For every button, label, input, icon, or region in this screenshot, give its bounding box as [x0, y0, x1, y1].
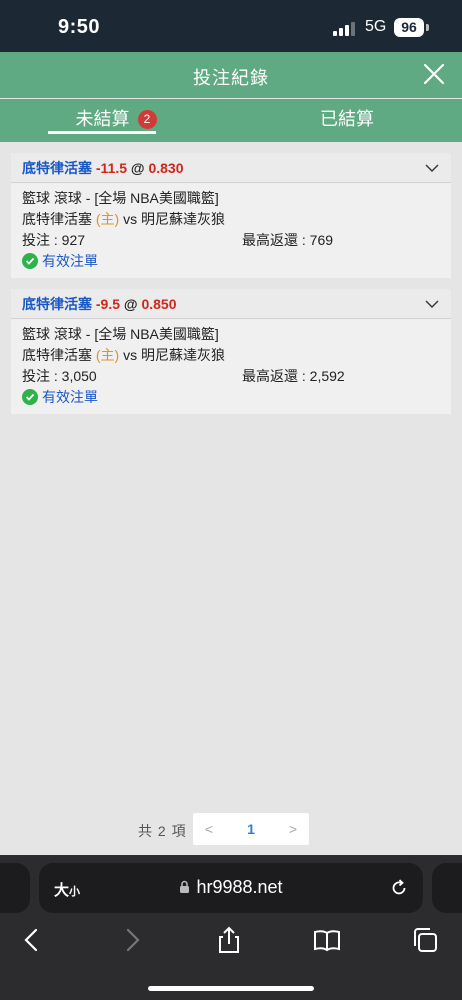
pagination-controls: < 1 >: [193, 813, 309, 845]
bet-at: @: [123, 296, 138, 312]
close-button[interactable]: [420, 60, 448, 88]
bet-handicap: -11.5: [95, 160, 128, 176]
bet-market: 籃球 滾球 - [全場 NBA美國職籃]: [22, 326, 219, 342]
tab-settled[interactable]: 已結算: [280, 99, 414, 142]
next-tab-preview[interactable]: [432, 863, 462, 913]
unsettled-count-badge: 2: [137, 110, 157, 129]
bet-list: 底特律活塞 -11.5 @ 0.830 籃球 滾球 - [全場 NBA美國職籃]…: [0, 142, 462, 855]
clock: 9:50: [58, 16, 101, 38]
bet-card-body: 籃球 滾球 - [全場 NBA美國職籃] 底特律活塞 (主) vs 明尼蘇達灰狼…: [11, 183, 451, 278]
away-team: 明尼蘇達灰狼: [141, 347, 225, 363]
bet-team: 底特律活塞: [22, 296, 92, 312]
status-bar: 9:50 5G 96: [0, 0, 462, 52]
bet-status-label: 有效注單: [42, 389, 98, 405]
bet-match: 底特律活塞 (主) vs 明尼蘇達灰狼: [22, 209, 440, 230]
home-team: 底特律活塞: [22, 211, 92, 227]
vs-label: vs: [123, 211, 138, 227]
url-display: hr9988.net: [39, 877, 423, 898]
address-bar[interactable]: 大小 hr9988.net: [39, 863, 423, 913]
bet-handicap: -9.5: [95, 296, 121, 312]
bet-card-header[interactable]: 底特律活塞 -9.5 @ 0.850: [11, 289, 451, 319]
bet-max-return: 最高返還 : 769: [242, 232, 334, 248]
home-indicator: [148, 986, 314, 991]
bet-odds: 0.830: [148, 160, 184, 176]
bet-card: 底特律活塞 -11.5 @ 0.830 籃球 滾球 - [全場 NBA美國職籃]…: [11, 153, 451, 278]
tab-settled-label: 已結算: [320, 109, 374, 129]
home-tag: (主): [95, 211, 120, 227]
lock-icon: [180, 880, 190, 893]
bet-stake: 投注 : 927: [22, 232, 86, 248]
forward-icon[interactable]: [117, 925, 147, 955]
bet-card-header[interactable]: 底特律活塞 -11.5 @ 0.830: [11, 153, 451, 183]
page-1-button[interactable]: 1: [235, 813, 267, 845]
vs-label: vs: [123, 347, 138, 363]
bet-amounts: 投注 : 3,050 最高返還 : 2,592: [22, 366, 440, 387]
tab-unsettled[interactable]: 未結算 2: [48, 99, 184, 142]
tabs-icon[interactable]: [410, 925, 440, 955]
bet-odds: 0.850: [141, 296, 177, 312]
away-team: 明尼蘇達灰狼: [141, 211, 225, 227]
tab-bar: 未結算 2 已結算: [0, 99, 462, 142]
bet-market: 籃球 滾球 - [全場 NBA美國職籃]: [22, 190, 219, 206]
chevron-down-icon: [425, 164, 439, 172]
previous-tab-preview[interactable]: [0, 863, 30, 913]
next-page-button[interactable]: >: [277, 813, 309, 845]
bet-card: 底特律活塞 -9.5 @ 0.850 籃球 滾球 - [全場 NBA美國職籃] …: [11, 289, 451, 414]
prev-page-button[interactable]: <: [193, 813, 225, 845]
home-team: 底特律活塞: [22, 347, 92, 363]
back-icon[interactable]: [17, 925, 47, 955]
bet-status: 有效注單: [22, 251, 440, 272]
bet-card-body: 籃球 滾球 - [全場 NBA美國職籃] 底特律活塞 (主) vs 明尼蘇達灰狼…: [11, 319, 451, 414]
pagination-total: 共 2 項: [138, 823, 187, 839]
check-circle-icon: [22, 253, 38, 269]
active-tab-indicator: [48, 131, 156, 134]
bet-team: 底特律活塞: [22, 160, 92, 176]
battery-nub: [426, 24, 429, 31]
chevron-down-icon: [425, 300, 439, 308]
bet-status: 有效注單: [22, 387, 440, 408]
battery-icon: 96: [394, 18, 424, 37]
close-icon: [423, 63, 445, 85]
pagination: 共 2 項 < 1 >: [0, 813, 462, 845]
modal-header: 投注紀錄: [0, 52, 462, 98]
tab-unsettled-label: 未結算: [75, 109, 130, 129]
bet-max-return: 最高返還 : 2,592: [242, 368, 345, 384]
bet-match: 底特律活塞 (主) vs 明尼蘇達灰狼: [22, 345, 440, 366]
signal-icon: [333, 22, 359, 36]
browser-chrome: 大小 hr9988.net: [0, 855, 462, 1000]
reload-icon: [392, 879, 406, 895]
page-title: 投注紀錄: [193, 68, 269, 88]
home-tag: (主): [95, 347, 120, 363]
bet-status-label: 有效注單: [42, 253, 98, 269]
check-circle-icon: [22, 389, 38, 405]
bet-stake: 投注 : 3,050: [22, 368, 97, 384]
bet-at: @: [130, 160, 145, 176]
share-icon[interactable]: [214, 925, 244, 955]
bookmarks-icon[interactable]: [312, 925, 342, 955]
bet-amounts: 投注 : 927 最高返還 : 769: [22, 230, 440, 251]
url-text: hr9988.net: [196, 877, 283, 897]
network-type: 5G: [365, 18, 387, 35]
